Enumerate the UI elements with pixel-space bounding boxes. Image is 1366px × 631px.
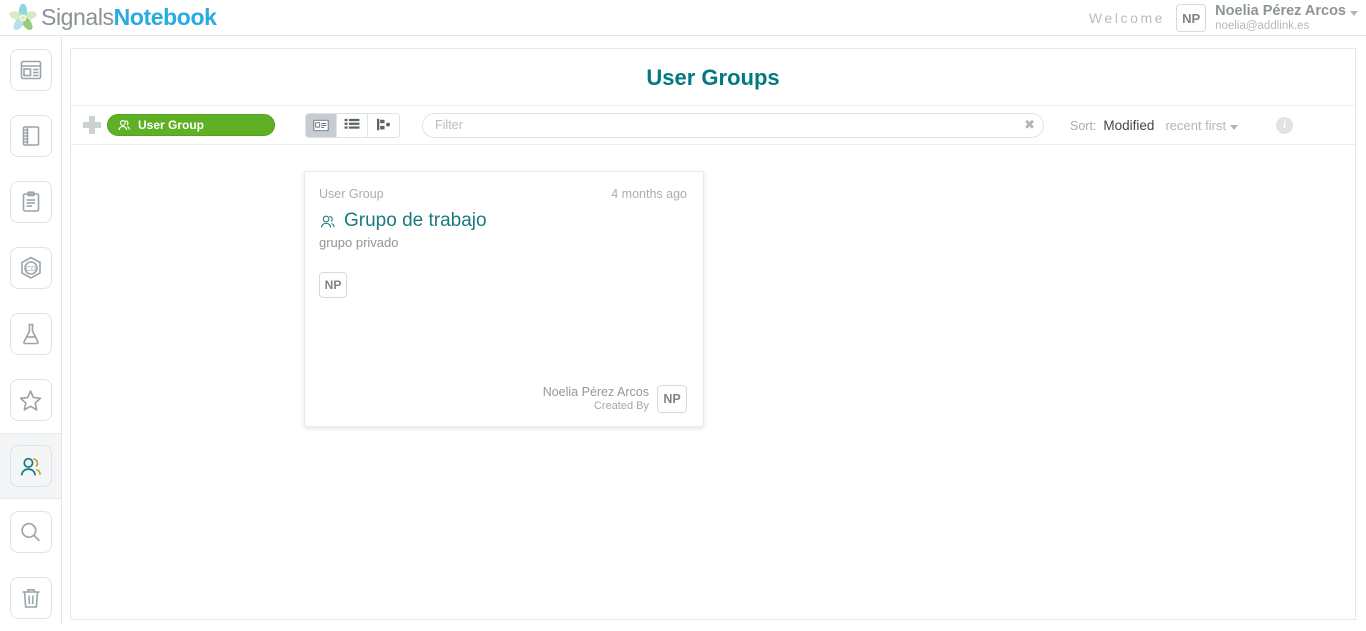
tree-icon xyxy=(376,118,392,132)
welcome-label: Welcome xyxy=(1089,10,1165,26)
user-group-card[interactable]: User Group 4 months ago Grupo de trabajo… xyxy=(304,171,704,427)
sidebar-tile xyxy=(10,445,52,487)
sidebar-tile xyxy=(10,379,52,421)
plus-icon[interactable] xyxy=(83,116,101,134)
user-fullname[interactable]: Noelia Pérez Arcos xyxy=(1215,3,1358,19)
trash-icon xyxy=(19,586,43,610)
card-subtitle: grupo privado xyxy=(319,235,687,250)
avatar[interactable]: NP xyxy=(319,272,347,298)
avatar[interactable]: NP xyxy=(657,385,687,413)
sidebar-tile: CD xyxy=(10,247,52,289)
sidebar-tile xyxy=(10,49,52,91)
users-icon xyxy=(117,118,131,132)
sidebar-tile xyxy=(10,511,52,553)
clipboard-icon xyxy=(19,190,43,214)
logo-text-notebook: Notebook xyxy=(114,4,217,30)
sidebar-item-favorites[interactable] xyxy=(0,367,61,433)
app-logo[interactable]: SignalsNotebook xyxy=(0,3,217,33)
chevron-down-icon[interactable] xyxy=(1350,11,1358,16)
clear-x-icon[interactable]: ✖ xyxy=(1024,117,1035,133)
toolbar: User Group xyxy=(71,106,1355,145)
logo-text-signals: Signals xyxy=(41,4,114,30)
card-created-by: Noelia Pérez Arcos Created By xyxy=(543,385,649,414)
sidebar-tile xyxy=(10,577,52,619)
user-identity: Noelia Pérez Arcos noelia@addlink.es xyxy=(1215,3,1362,32)
atom-flower-icon xyxy=(8,3,38,33)
chevron-down-icon xyxy=(1230,125,1238,130)
sidebar-item-tasks[interactable] xyxy=(0,169,61,235)
sort-label: Sort: xyxy=(1070,119,1096,133)
card-members: NP xyxy=(319,272,687,298)
card-grid: User Group 4 months ago Grupo de trabajo… xyxy=(71,145,1355,427)
created-by-label: Created By xyxy=(594,400,649,414)
sidebar-item-experiments[interactable] xyxy=(0,301,61,367)
sort-controls: Sort: Modified recent first xyxy=(1070,118,1238,133)
logo-wordmark: SignalsNotebook xyxy=(41,4,217,31)
view-toggle-list[interactable] xyxy=(337,114,368,137)
sidebar-tile xyxy=(10,181,52,223)
sort-direction-text: recent first xyxy=(1165,118,1226,133)
users-icon xyxy=(18,454,43,479)
magnifier-icon xyxy=(18,520,43,545)
users-icon xyxy=(319,213,336,230)
svg-text:CD: CD xyxy=(25,266,35,273)
sidebar-item-dashboard[interactable] xyxy=(0,37,61,103)
created-by-name: Noelia Pérez Arcos xyxy=(543,385,649,401)
left-sidebar: CD xyxy=(0,37,62,624)
view-toggle-group xyxy=(305,113,400,138)
sidebar-item-chemical-draw[interactable]: CD xyxy=(0,235,61,301)
card-footer: Noelia Pérez Arcos Created By NP xyxy=(319,385,687,414)
id-card-icon xyxy=(313,119,329,132)
sort-direction[interactable]: recent first xyxy=(1165,118,1238,133)
top-bar: SignalsNotebook Welcome NP Noelia Pérez … xyxy=(0,0,1366,36)
cd-hexagon-icon: CD xyxy=(18,255,44,281)
create-user-group-label: User Group xyxy=(138,118,204,132)
dashboard-icon xyxy=(19,58,43,82)
card-title-text: Grupo de trabajo xyxy=(344,210,487,232)
sidebar-item-search[interactable] xyxy=(0,499,61,565)
user-menu[interactable]: Welcome NP Noelia Pérez Arcos noelia@add… xyxy=(1089,0,1362,36)
info-circle-icon[interactable]: i xyxy=(1276,117,1293,134)
list-icon xyxy=(344,118,360,132)
filter-container: ✖ xyxy=(422,113,1044,138)
sort-field[interactable]: Modified xyxy=(1103,118,1154,133)
card-title[interactable]: Grupo de trabajo xyxy=(319,210,687,232)
flask-icon xyxy=(19,322,43,346)
content-panel: User Groups User Group xyxy=(70,48,1356,620)
sidebar-tile xyxy=(10,115,52,157)
filter-input[interactable] xyxy=(422,113,1044,138)
sidebar-item-user-groups[interactable] xyxy=(0,433,61,499)
card-modified-age: 4 months ago xyxy=(611,187,687,201)
sidebar-item-trash[interactable] xyxy=(0,565,61,631)
sidebar-tile xyxy=(10,313,52,355)
user-email: noelia@addlink.es xyxy=(1215,20,1358,33)
create-user-group-button[interactable]: User Group xyxy=(107,114,275,136)
notebook-icon xyxy=(19,124,43,148)
view-toggle-card[interactable] xyxy=(306,114,337,137)
star-icon xyxy=(18,388,43,413)
user-fullname-text: Noelia Pérez Arcos xyxy=(1215,3,1346,19)
sidebar-item-notebook[interactable] xyxy=(0,103,61,169)
avatar[interactable]: NP xyxy=(1176,4,1206,32)
card-header: User Group 4 months ago xyxy=(319,187,687,201)
view-toggle-tree[interactable] xyxy=(368,114,399,137)
page-title: User Groups xyxy=(71,49,1355,106)
card-type-label: User Group xyxy=(319,187,384,201)
